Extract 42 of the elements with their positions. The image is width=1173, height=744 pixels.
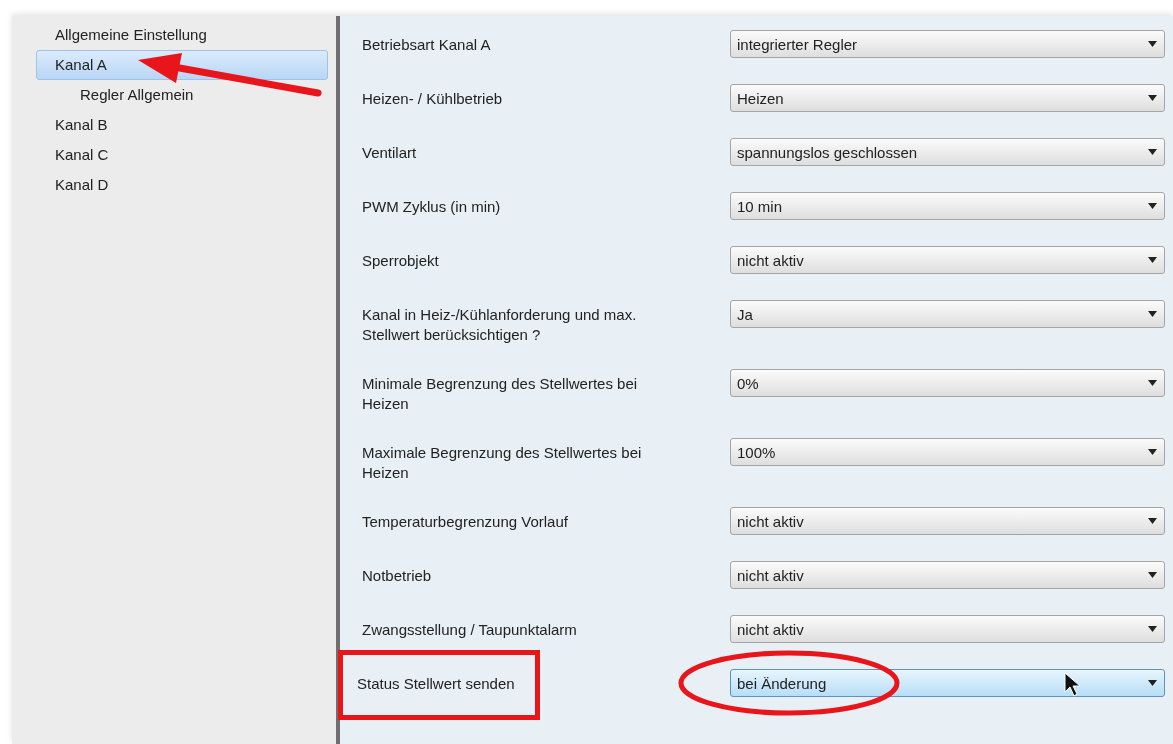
sidebar-item[interactable]: Kanal C: [36, 140, 328, 170]
dropdown[interactable]: Ja: [730, 300, 1165, 328]
dropdown[interactable]: nicht aktiv: [730, 615, 1165, 643]
sidebar-item[interactable]: Regler Allgemein: [36, 80, 328, 110]
caret-icon: [1148, 311, 1157, 317]
caret-icon: [1148, 149, 1157, 155]
caret-icon: [1148, 380, 1157, 386]
parameter-label: Sperrobjekt: [362, 251, 439, 271]
parameter-label: Maximale Begrenzung des Stellwertes bei Heizen: [362, 443, 643, 483]
dropdown[interactable]: bei Änderung: [730, 669, 1165, 697]
caret-icon: [1148, 95, 1157, 101]
dropdown[interactable]: Heizen: [730, 84, 1165, 112]
parameter-label: Heizen- / Kühlbetrieb: [362, 89, 503, 109]
dropdown[interactable]: nicht aktiv: [730, 507, 1165, 535]
parameter-label: Kanal in Heiz-/Kühlanforderung und max. Stellwert berücksichtigen ?: [362, 305, 638, 345]
dropdown[interactable]: spannungslos geschlossen: [730, 138, 1165, 166]
parameter-label: Zwangsstellung / Taupunktalarm: [362, 620, 577, 640]
parameter-label: PWM Zyklus (in min): [362, 197, 501, 217]
caret-icon: [1148, 449, 1157, 455]
parameter-label: Minimale Begrenzung des Stellwertes bei Heizen: [362, 374, 639, 414]
dropdown[interactable]: integrierter Regler: [730, 30, 1165, 58]
caret-icon: [1148, 518, 1157, 524]
caret-icon: [1148, 626, 1157, 632]
parameter-label: Betriebsart Kanal A: [362, 35, 491, 55]
caret-icon: [1148, 572, 1157, 578]
dropdown[interactable]: 10 min: [730, 192, 1165, 220]
sidebar-item[interactable]: Kanal D: [36, 170, 328, 200]
parameter-label: Ventilart: [362, 143, 417, 163]
caret-icon: [1148, 203, 1157, 209]
caret-icon: [1148, 41, 1157, 47]
dropdown[interactable]: nicht aktiv: [730, 246, 1165, 274]
parameter-label: Notbetrieb: [362, 566, 432, 586]
sidebar-item[interactable]: Allgemeine Einstellung: [36, 20, 328, 50]
cursor-icon: [1064, 672, 1082, 698]
caret-icon: [1148, 680, 1157, 686]
parameter-label: Status Stellwert senden: [338, 650, 540, 720]
parameter-label: Temperaturbegrenzung Vorlauf: [362, 512, 568, 532]
dropdown[interactable]: 100%: [730, 438, 1165, 466]
dropdown[interactable]: nicht aktiv: [730, 561, 1165, 589]
dropdown[interactable]: 0%: [730, 369, 1165, 397]
sidebar-item[interactable]: Kanal B: [36, 110, 328, 140]
caret-icon: [1148, 257, 1157, 263]
